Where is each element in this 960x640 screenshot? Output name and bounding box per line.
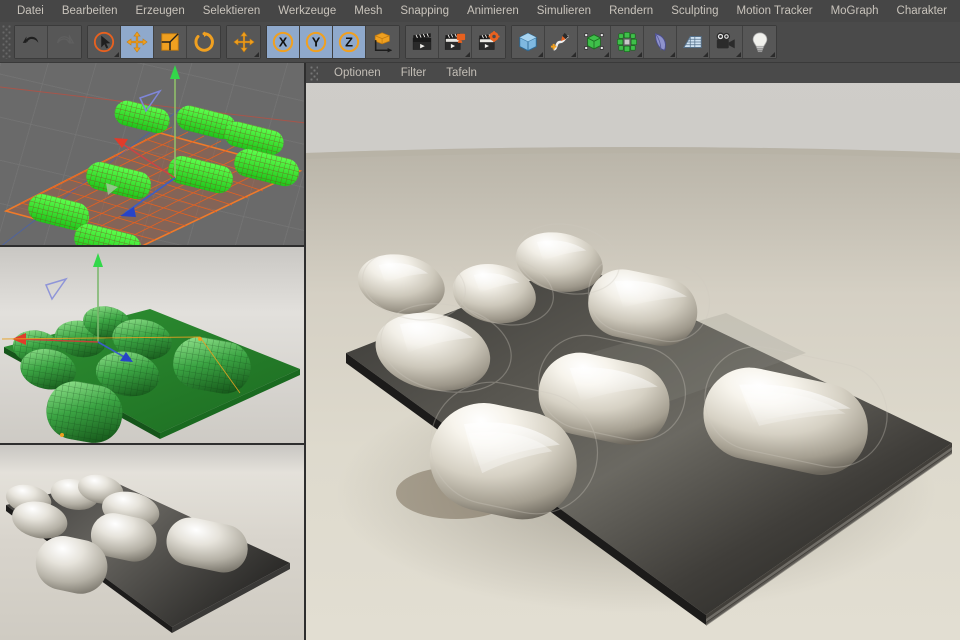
viewport-menu-filter[interactable]: Filter bbox=[391, 63, 437, 83]
camera-icon bbox=[715, 31, 737, 53]
scale-button[interactable] bbox=[154, 26, 187, 58]
pen-spline-icon bbox=[550, 31, 572, 53]
shaded-scene bbox=[0, 247, 306, 445]
add-spline-button[interactable] bbox=[545, 26, 578, 58]
render-settings-button[interactable] bbox=[472, 26, 505, 58]
menu-selektieren[interactable]: Selektieren bbox=[194, 0, 270, 22]
floor-grid-icon bbox=[682, 31, 704, 53]
move-arrows-icon bbox=[126, 31, 148, 53]
objects-group bbox=[511, 25, 777, 59]
axis-move-button[interactable] bbox=[227, 26, 260, 58]
axis-y-button[interactable]: Y bbox=[300, 26, 333, 58]
viewport-header-grip[interactable] bbox=[310, 65, 318, 81]
menu-simulieren[interactable]: Simulieren bbox=[528, 0, 600, 22]
add-camera-button[interactable] bbox=[710, 26, 743, 58]
menubar: Datei Bearbeiten Erzeugen Selektieren Werkze… bbox=[0, 0, 960, 22]
undo-button[interactable] bbox=[15, 26, 48, 58]
z-axis-icon: Z bbox=[338, 31, 360, 53]
add-light-button[interactable] bbox=[743, 26, 776, 58]
perspective-scene bbox=[0, 65, 306, 247]
menu-datei[interactable]: Datei bbox=[8, 0, 53, 22]
rotate-arrow-icon bbox=[193, 31, 215, 53]
axis-lock-group: X Y Z bbox=[266, 25, 400, 59]
menu-charakter[interactable]: Charakter bbox=[888, 0, 957, 22]
svg-text:Z: Z bbox=[345, 35, 353, 50]
add-cube-button[interactable] bbox=[512, 26, 545, 58]
viewport-menu-tafeln[interactable]: Tafeln bbox=[436, 63, 487, 83]
live-selection-button[interactable] bbox=[88, 26, 121, 58]
clapper-frame-icon bbox=[411, 31, 433, 53]
viewport-menu-optionen[interactable]: Optionen bbox=[324, 63, 391, 83]
history-group bbox=[14, 25, 82, 59]
axis-move-group bbox=[226, 25, 261, 59]
viewport-main-render[interactable]: Optionen Filter Tafeln bbox=[306, 63, 960, 640]
undo-icon bbox=[20, 31, 42, 53]
green-cluster-icon bbox=[616, 31, 638, 53]
viewport-perspective-wireframe[interactable] bbox=[0, 63, 306, 247]
add-deformer-button[interactable] bbox=[644, 26, 677, 58]
menu-snapping[interactable]: Snapping bbox=[391, 0, 458, 22]
viewport-header: Optionen Filter Tafeln bbox=[306, 63, 960, 83]
menu-mesh[interactable]: Mesh bbox=[345, 0, 391, 22]
transform-group bbox=[87, 25, 221, 59]
move-button[interactable] bbox=[121, 26, 154, 58]
y-axis-icon: Y bbox=[305, 31, 327, 53]
svg-text:X: X bbox=[279, 35, 288, 50]
preview-scene bbox=[0, 445, 306, 640]
scale-box-icon bbox=[159, 31, 181, 53]
redo-icon bbox=[54, 31, 76, 53]
cursor-circle-icon bbox=[93, 31, 115, 53]
add-generator-button[interactable] bbox=[578, 26, 611, 58]
toolbar: X Y Z bbox=[0, 22, 960, 63]
render-group bbox=[405, 25, 506, 59]
menu-bearbeiten[interactable]: Bearbeiten bbox=[53, 0, 127, 22]
light-bulb-icon bbox=[749, 31, 771, 53]
clapper-gear-icon bbox=[478, 31, 500, 53]
svg-text:Y: Y bbox=[312, 35, 321, 50]
add-environment-button[interactable] bbox=[677, 26, 710, 58]
world-coordinates-button[interactable] bbox=[366, 26, 399, 58]
world-cube-icon bbox=[372, 31, 394, 53]
move-arrows-icon bbox=[232, 31, 255, 53]
viewport-shaded-wireframe[interactable] bbox=[0, 247, 306, 445]
menu-werkzeuge[interactable]: Werkzeuge bbox=[269, 0, 345, 22]
menu-mograph[interactable]: MoGraph bbox=[822, 0, 888, 22]
menu-motion-tracker[interactable]: Motion Tracker bbox=[728, 0, 822, 22]
rotate-button[interactable] bbox=[187, 26, 220, 58]
cube-blue-icon bbox=[517, 31, 539, 53]
redo-button bbox=[48, 26, 81, 58]
axis-x-button[interactable]: X bbox=[267, 26, 300, 58]
menu-erzeugen[interactable]: Erzeugen bbox=[126, 0, 193, 22]
x-axis-icon: X bbox=[272, 31, 294, 53]
render-view-button[interactable] bbox=[406, 26, 439, 58]
menu-animieren[interactable]: Animieren bbox=[458, 0, 528, 22]
add-array-button[interactable] bbox=[611, 26, 644, 58]
viewport-render-preview[interactable] bbox=[0, 445, 306, 640]
toolbar-grip[interactable] bbox=[2, 25, 11, 59]
green-cube-cage-icon bbox=[583, 31, 605, 53]
menu-sculpting[interactable]: Sculpting bbox=[662, 0, 727, 22]
clapper-pv-icon bbox=[444, 31, 466, 53]
main-render-scene bbox=[306, 63, 960, 640]
bend-deformer-icon bbox=[649, 31, 671, 53]
menu-rendern[interactable]: Rendern bbox=[600, 0, 662, 22]
render-to-picture-viewer-button[interactable] bbox=[439, 26, 472, 58]
axis-z-button[interactable]: Z bbox=[333, 26, 366, 58]
menu-plugins[interactable]: Plug-ins bbox=[956, 0, 960, 22]
